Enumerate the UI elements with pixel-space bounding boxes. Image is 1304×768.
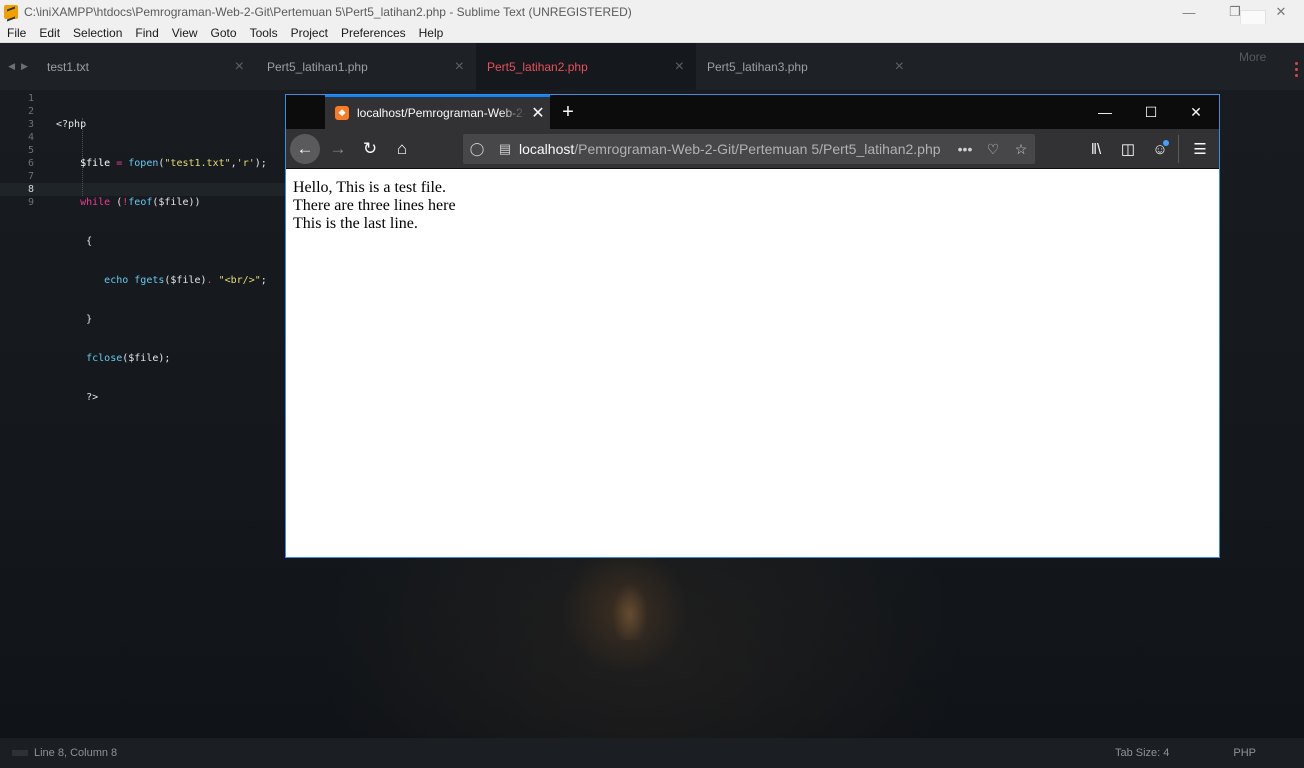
- browser-tab-title: localhost/Pemrograman-Web-2-Git/Pertemua…: [357, 106, 526, 120]
- tab-latihan2[interactable]: Pert5_latihan2.php ×: [476, 43, 696, 90]
- line-number: 4: [27, 132, 34, 143]
- tab-close-icon[interactable]: ×: [235, 58, 244, 76]
- tab-navigation: ◀ ▶: [0, 43, 36, 90]
- tab-label: Pert5_latihan2.php: [487, 59, 588, 74]
- more-label: More: [1239, 50, 1267, 64]
- menu-selection[interactable]: Selection: [66, 26, 128, 40]
- maximize-icon[interactable]: ☐: [1128, 95, 1174, 129]
- cursor-position: Line 8, Column 8: [34, 747, 118, 759]
- tab-latihan1[interactable]: Pert5_latihan1.php ×: [256, 43, 476, 90]
- code-line-7: fclose($file);: [86, 353, 171, 364]
- sublime-logo-icon: [4, 5, 18, 19]
- code-line-5: echo fgets($file). "<br/>";: [104, 275, 267, 286]
- home-icon[interactable]: ⌂: [387, 134, 417, 164]
- tab-size-indicator[interactable]: Tab Size: 4: [1115, 747, 1169, 759]
- toolbar-separator: [1178, 135, 1179, 163]
- tab-close-icon[interactable]: ×: [455, 58, 464, 76]
- browser-tab-strip: ❖ localhost/Pemrograman-Web-2-Git/Pertem…: [286, 95, 1219, 129]
- tab-test1[interactable]: test1.txt ×: [36, 43, 256, 90]
- line-number: 2: [27, 106, 34, 117]
- overflow-menu-icon[interactable]: [1295, 62, 1298, 80]
- back-arrow-icon[interactable]: ←: [290, 134, 320, 164]
- page-icon[interactable]: ▤: [491, 141, 519, 157]
- editor-tab-bar: ◀ ▶ test1.txt × Pert5_latihan1.php × Per…: [0, 43, 1304, 90]
- tab-label: Pert5_latihan1.php: [267, 59, 368, 74]
- menu-icon[interactable]: ☰: [1185, 134, 1215, 164]
- sync-dot: [1163, 140, 1169, 146]
- line-number: 9: [27, 197, 34, 208]
- tracking-shield-icon[interactable]: ◯: [463, 141, 491, 157]
- menu-tools[interactable]: Tools: [243, 26, 284, 40]
- star-icon[interactable]: ☆: [1007, 141, 1035, 158]
- tab-label: test1.txt: [47, 59, 90, 74]
- window-title: C:\iniXAMPP\htdocs\Pemrograman-Web-2-Git…: [24, 5, 632, 19]
- code-line-3: while (!feof($file)): [80, 197, 201, 208]
- line-number: 6: [27, 158, 34, 169]
- minimize-icon[interactable]: —: [1166, 0, 1212, 24]
- menu-file[interactable]: File: [0, 26, 32, 40]
- line-number: 3: [27, 119, 34, 130]
- menu-preferences[interactable]: Preferences: [334, 26, 412, 40]
- account-icon[interactable]: ☺: [1145, 134, 1175, 164]
- pocket-icon[interactable]: ♡: [979, 141, 1007, 158]
- firefox-window: ❖ localhost/Pemrograman-Web-2-Git/Pertem…: [285, 94, 1220, 558]
- code-text: <?php $file = fopen("test1.txt",'r'); wh…: [56, 92, 267, 469]
- page-content: Hello, This is a test file. There are th…: [286, 170, 1219, 557]
- menu-edit[interactable]: Edit: [32, 26, 66, 40]
- xampp-icon: ❖: [335, 106, 349, 120]
- url-bar[interactable]: ◯ ▤ localhost/Pemrograman-Web-2-Git/Pert…: [463, 134, 1035, 164]
- line-number: 5: [27, 145, 34, 156]
- panel-toggle-icon[interactable]: [12, 750, 28, 756]
- code-line-1: <?php: [56, 119, 87, 130]
- page-line: This is the last line.: [293, 215, 418, 232]
- minimize-icon[interactable]: —: [1082, 95, 1128, 129]
- menu-project[interactable]: Project: [284, 26, 334, 40]
- close-tab-icon[interactable]: ✕: [526, 103, 550, 123]
- line-number: 8: [27, 184, 34, 195]
- menu-goto[interactable]: Goto: [204, 26, 243, 40]
- page-line: Hello, This is a test file.: [293, 179, 447, 196]
- tab-next-icon[interactable]: ▶: [21, 61, 28, 72]
- code-line-8: ?>: [86, 392, 99, 403]
- menu-bar: File Edit Selection Find View Goto Tools…: [0, 24, 1304, 43]
- line-number: 1: [27, 93, 34, 104]
- forward-arrow-icon[interactable]: →: [323, 134, 353, 164]
- tab-latihan3[interactable]: Pert5_latihan3.php ×: [696, 43, 916, 90]
- sidebar-icon[interactable]: ◫: [1113, 134, 1143, 164]
- sublime-titlebar: C:\iniXAMPP\htdocs\Pemrograman-Web-2-Git…: [0, 0, 1304, 24]
- browser-tab[interactable]: ❖ localhost/Pemrograman-Web-2-Git/Pertem…: [325, 95, 550, 129]
- url-text[interactable]: localhost/Pemrograman-Web-2-Git/Pertemua…: [519, 141, 951, 157]
- more-dots-icon[interactable]: •••: [951, 141, 979, 157]
- status-bar: Line 8, Column 8 Tab Size: 4 PHP: [0, 738, 1304, 768]
- code-line-2: $file = fopen("test1.txt",'r');: [80, 158, 267, 169]
- menu-view[interactable]: View: [165, 26, 204, 40]
- menu-help[interactable]: Help: [412, 26, 450, 40]
- tab-close-icon[interactable]: ×: [675, 58, 684, 76]
- close-window-icon[interactable]: ✕: [1173, 95, 1219, 129]
- tab-prev-icon[interactable]: ◀: [8, 61, 15, 72]
- menu-find[interactable]: Find: [128, 26, 164, 40]
- browser-navbar: ← → ↻ ⌂ ◯ ▤ localhost/Pemrograman-Web-2-…: [286, 129, 1219, 169]
- library-icon[interactable]: ‖\: [1081, 134, 1111, 164]
- tab-label: Pert5_latihan3.php: [707, 59, 808, 74]
- tab-close-icon[interactable]: ×: [895, 58, 904, 76]
- syntax-indicator[interactable]: PHP: [1233, 747, 1256, 759]
- line-number-gutter: 1 2 3 4 5 6 7 8 9: [0, 92, 34, 209]
- reload-icon[interactable]: ↻: [355, 134, 385, 164]
- code-editor[interactable]: 1 2 3 4 5 6 7 8 9 <?php $file = fopen("t…: [0, 90, 285, 403]
- campfire-glow: [600, 570, 660, 640]
- line-number: 7: [27, 171, 34, 182]
- code-line-6: }: [86, 314, 93, 325]
- new-tab-button[interactable]: +: [556, 99, 580, 125]
- code-line-4: {: [86, 236, 93, 247]
- page-line: There are three lines here: [293, 197, 456, 214]
